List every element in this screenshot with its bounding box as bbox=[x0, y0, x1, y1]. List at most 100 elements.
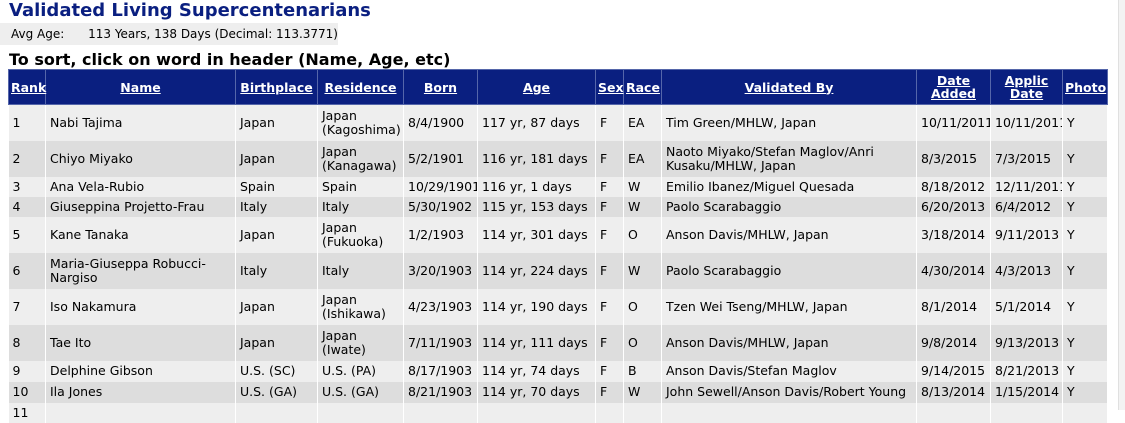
cell-age: 116 yr, 181 days bbox=[477, 140, 596, 177]
cell-name: Nabi Tajima bbox=[45, 104, 236, 141]
column-header-validated-by[interactable]: Validated By bbox=[661, 69, 917, 105]
cell-sex: F bbox=[595, 104, 624, 141]
cell-birthplace: Italy bbox=[235, 196, 318, 217]
cell-sex: F bbox=[595, 252, 624, 289]
cell-rank: 11 bbox=[8, 402, 46, 423]
column-header-residence[interactable]: Residence bbox=[317, 69, 404, 105]
cell-photo: Y bbox=[1062, 196, 1108, 217]
cell-validated-by: Tzen Wei Tseng/MHLW, Japan bbox=[661, 288, 917, 325]
cell-photo bbox=[1062, 402, 1108, 423]
column-header-born[interactable]: Born bbox=[403, 69, 478, 105]
page-title: Validated Living Supercentenarians bbox=[9, 0, 371, 21]
cell-sex: F bbox=[595, 176, 624, 197]
cell-race: EA bbox=[623, 140, 662, 177]
cell-residence: Japan (Kagoshima) bbox=[317, 104, 404, 141]
cell-age: 114 yr, 301 days bbox=[477, 216, 596, 253]
column-header-applic-date[interactable]: Applic Date bbox=[990, 69, 1063, 105]
cell-name: Ila Jones bbox=[45, 381, 236, 403]
cell-race: W bbox=[623, 176, 662, 197]
table-body: 1 Nabi Tajima Japan Japan (Kagoshima) 8/4/19… bbox=[8, 104, 1108, 423]
cell-birthplace: Japan bbox=[235, 140, 318, 177]
column-header-name[interactable]: Name bbox=[45, 69, 236, 105]
cell-race: B bbox=[623, 360, 662, 382]
cell-validated-by bbox=[661, 402, 917, 423]
cell-residence: Italy bbox=[317, 196, 404, 217]
cell-applic-date: 9/13/2013 bbox=[990, 324, 1063, 361]
cell-age: 115 yr, 153 days bbox=[477, 196, 596, 217]
column-header-date-added[interactable]: Date Added bbox=[916, 69, 991, 105]
table-header-row: Rank Name Birthplace Residence Born Age … bbox=[8, 69, 1108, 105]
column-header-photo[interactable]: Photo bbox=[1062, 69, 1108, 105]
cell-sex: F bbox=[595, 324, 624, 361]
cell-date-added: 3/18/2014 bbox=[916, 216, 991, 253]
cell-date-added: 8/18/2012 bbox=[916, 176, 991, 197]
cell-validated-by: Anson Davis/Stefan Maglov bbox=[661, 360, 917, 382]
column-header-race[interactable]: Race bbox=[623, 69, 662, 105]
cell-race: O bbox=[623, 324, 662, 361]
cell-birthplace: Japan bbox=[235, 104, 318, 141]
cell-born: 8/21/1903 bbox=[403, 381, 478, 403]
cell-validated-by: Naoto Miyako/Stefan Maglov/Anri Kusaku/M… bbox=[661, 140, 917, 177]
cell-race: W bbox=[623, 252, 662, 289]
cell-sex: F bbox=[595, 140, 624, 177]
supercentenarians-table: Rank Name Birthplace Residence Born Age … bbox=[8, 69, 1108, 423]
cell-name: Iso Nakamura bbox=[45, 288, 236, 325]
cell-rank: 4 bbox=[8, 196, 46, 217]
cell-applic-date: 8/21/2013 bbox=[990, 360, 1063, 382]
cell-residence: Japan (Fukuoka) bbox=[317, 216, 404, 253]
table-row: 3 Ana Vela-Rubio Spain Spain 10/29/1901 116 y… bbox=[8, 176, 1108, 197]
cell-age: 116 yr, 1 days bbox=[477, 176, 596, 197]
column-header-age[interactable]: Age bbox=[477, 69, 596, 105]
cell-applic-date: 6/4/2012 bbox=[990, 196, 1063, 217]
avg-age-label: Avg Age: bbox=[11, 27, 65, 41]
cell-rank: 1 bbox=[8, 104, 46, 141]
cell-photo: Y bbox=[1062, 252, 1108, 289]
cell-photo: Y bbox=[1062, 360, 1108, 382]
cell-residence: Japan (Kanagawa) bbox=[317, 140, 404, 177]
column-header-birthplace[interactable]: Birthplace bbox=[235, 69, 318, 105]
cell-race: W bbox=[623, 381, 662, 403]
cell-applic-date: 5/1/2014 bbox=[990, 288, 1063, 325]
cell-applic-date: 7/3/2015 bbox=[990, 140, 1063, 177]
cell-photo: Y bbox=[1062, 288, 1108, 325]
cell-age: 117 yr, 87 days bbox=[477, 104, 596, 141]
cell-applic-date: 4/3/2013 bbox=[990, 252, 1063, 289]
cell-birthplace: Japan bbox=[235, 288, 318, 325]
cell-applic-date bbox=[990, 402, 1063, 423]
cell-race: O bbox=[623, 288, 662, 325]
cell-born: 3/20/1903 bbox=[403, 252, 478, 289]
cell-photo: Y bbox=[1062, 140, 1108, 177]
cell-birthplace: U.S. (SC) bbox=[235, 360, 318, 382]
cell-photo: Y bbox=[1062, 216, 1108, 253]
vertical-scrollbar[interactable] bbox=[1118, 0, 1125, 410]
table-row: 6 Maria-Giuseppa Robucci-Nargiso Italy Ital… bbox=[8, 252, 1108, 289]
cell-sex: F bbox=[595, 216, 624, 253]
cell-name: Maria-Giuseppa Robucci-Nargiso bbox=[45, 252, 236, 289]
cell-rank: 9 bbox=[8, 360, 46, 382]
cell-date-added: 10/11/2011 bbox=[916, 104, 991, 141]
cell-applic-date: 12/11/2011 bbox=[990, 176, 1063, 197]
cell-birthplace: Japan bbox=[235, 324, 318, 361]
cell-born: 4/23/1903 bbox=[403, 288, 478, 325]
table-row: 1 Nabi Tajima Japan Japan (Kagoshima) 8/4/19… bbox=[8, 104, 1108, 141]
cell-date-added: 6/20/2013 bbox=[916, 196, 991, 217]
avg-age-value: 113 Years, 138 Days (Decimal: 113.3771) bbox=[88, 27, 338, 41]
cell-rank: 7 bbox=[8, 288, 46, 325]
cell-born: 1/2/1903 bbox=[403, 216, 478, 253]
cell-date-added: 4/30/2014 bbox=[916, 252, 991, 289]
cell-photo: Y bbox=[1062, 104, 1108, 141]
column-header-rank[interactable]: Rank bbox=[8, 69, 46, 105]
cell-validated-by: Anson Davis/MHLW, Japan bbox=[661, 216, 917, 253]
cell-age: 114 yr, 224 days bbox=[477, 252, 596, 289]
cell-validated-by: Anson Davis/MHLW, Japan bbox=[661, 324, 917, 361]
cell-race: W bbox=[623, 196, 662, 217]
cell-race: EA bbox=[623, 104, 662, 141]
cell-born: 7/11/1903 bbox=[403, 324, 478, 361]
cell-date-added: 8/1/2014 bbox=[916, 288, 991, 325]
cell-rank: 2 bbox=[8, 140, 46, 177]
cell-rank: 8 bbox=[8, 324, 46, 361]
cell-rank: 3 bbox=[8, 176, 46, 197]
column-header-sex[interactable]: Sex bbox=[595, 69, 624, 105]
cell-name: Tae Ito bbox=[45, 324, 236, 361]
cell-name: Ana Vela-Rubio bbox=[45, 176, 236, 197]
